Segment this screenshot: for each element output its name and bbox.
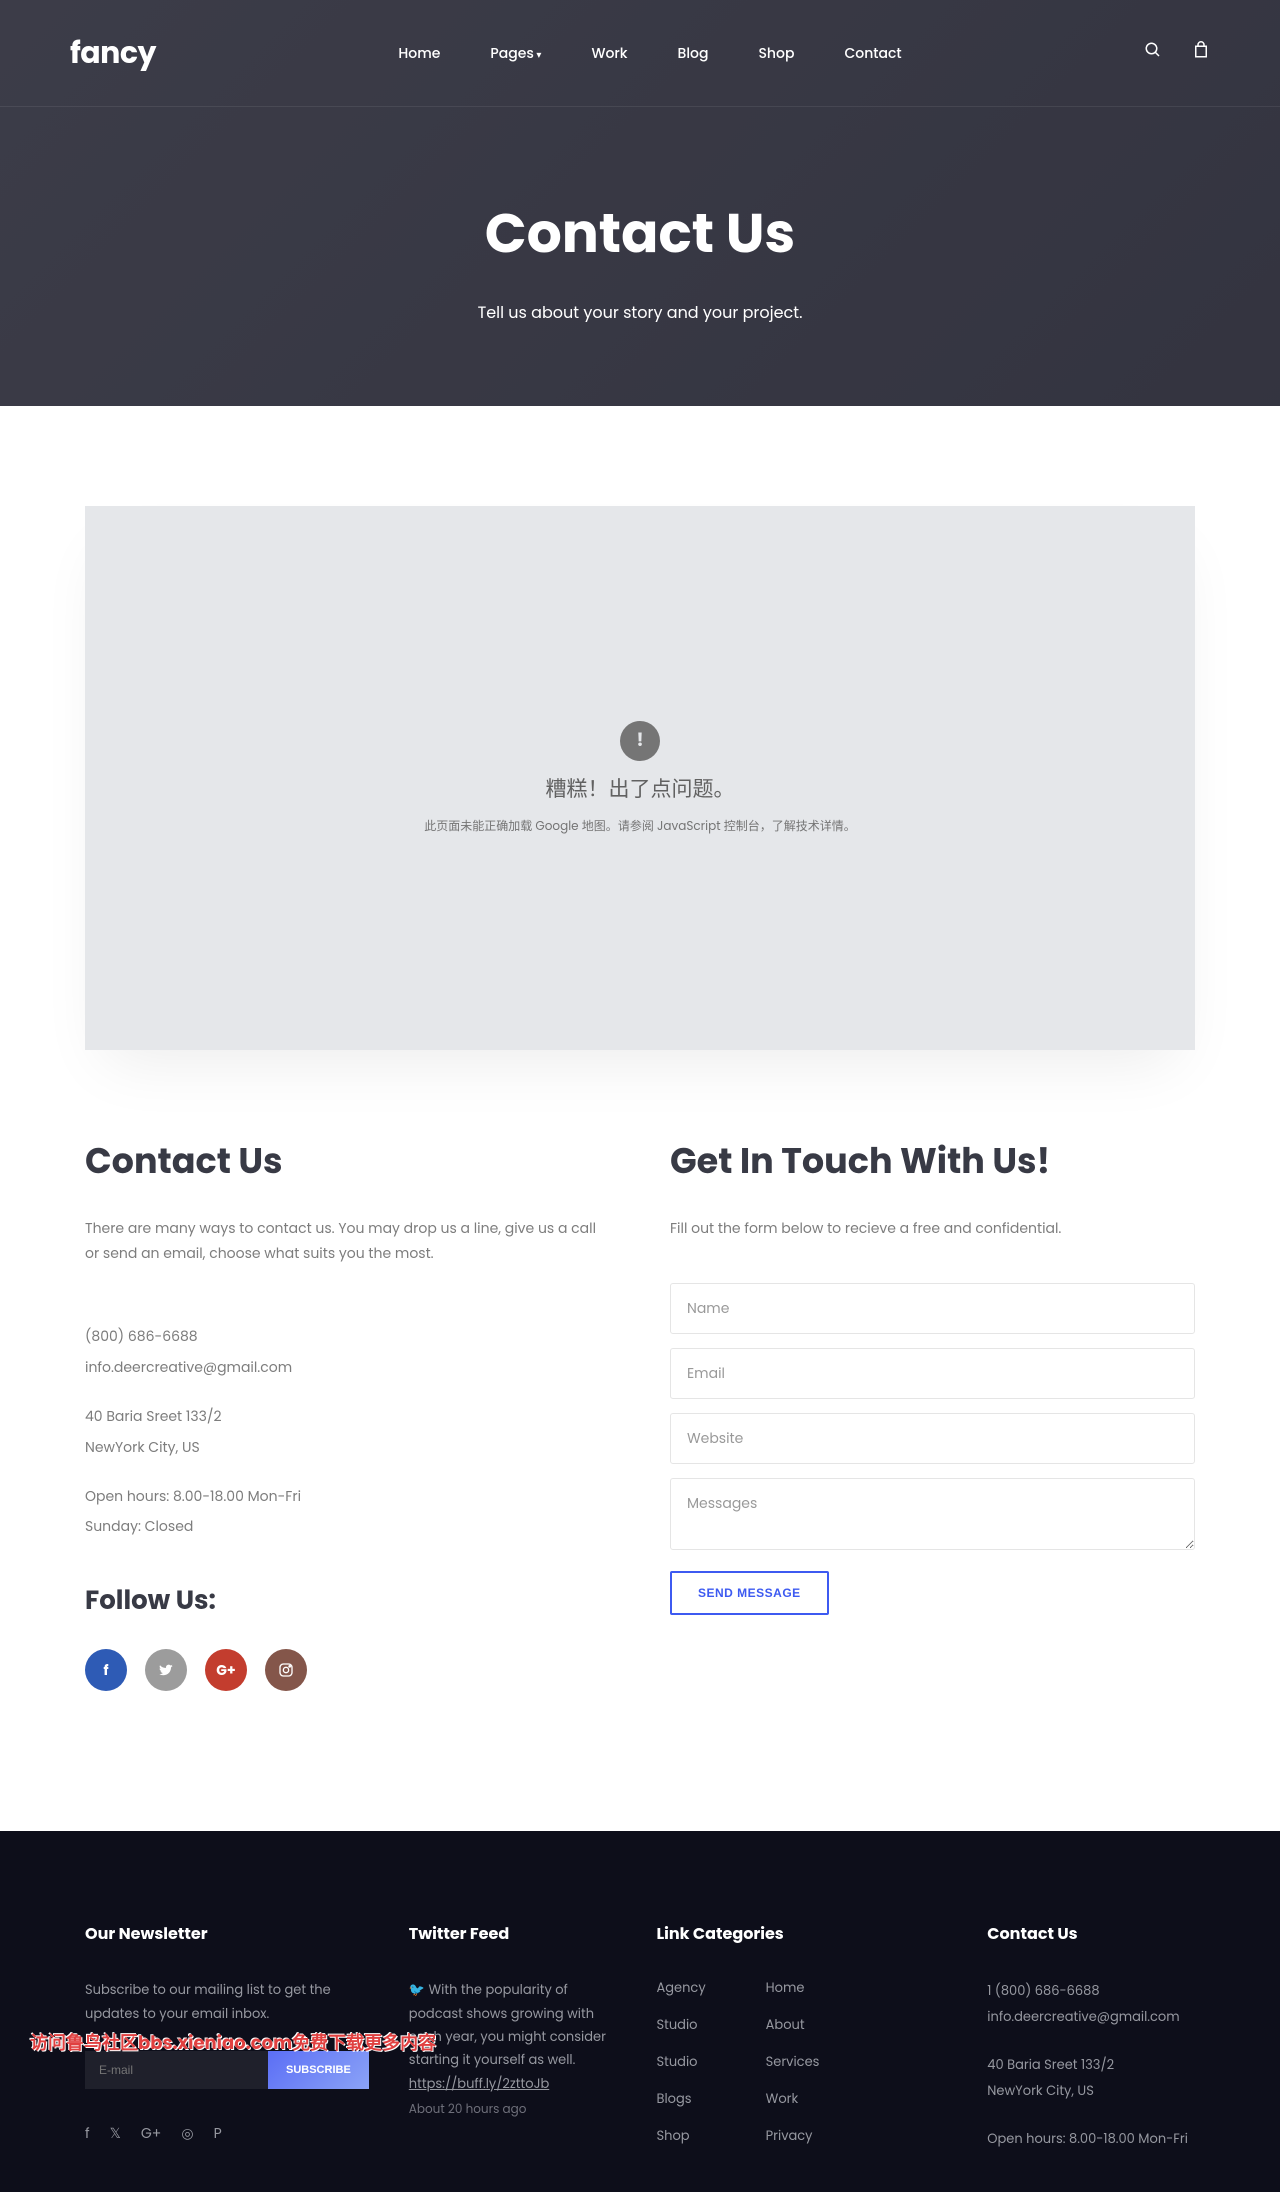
footer-fb-icon[interactable]: f — [85, 2123, 90, 2144]
googleplus-icon[interactable]: G+ — [205, 1649, 247, 1691]
link-privacy[interactable]: Privacy — [766, 2126, 820, 2146]
link-studio2[interactable]: Studio — [657, 2052, 706, 2072]
link-agency[interactable]: Agency — [657, 1978, 706, 1998]
hero-subtitle: Tell us about your story and your projec… — [0, 300, 1280, 325]
twitter-feed: 🐦 With the popularity of podcast shows g… — [409, 1978, 617, 2121]
tweet-time: About 20 hours ago — [409, 2099, 617, 2121]
form-heading: Get In Touch With Us! — [670, 1135, 1195, 1188]
follow-heading: Follow Us: — [85, 1582, 610, 1621]
footer-links: Link Categories Agency Studio Studio Blo… — [657, 1921, 948, 2152]
website-input[interactable] — [670, 1413, 1195, 1464]
newsletter-text: Subscribe to our mailing list to get the… — [85, 1978, 369, 2025]
contact-hours: Open hours: 8.00-18.00 Mon-Fri — [85, 1481, 610, 1512]
link-about[interactable]: About — [766, 2015, 820, 2035]
contact-grid: Contact Us There are many ways to contac… — [85, 1135, 1195, 1831]
footer-addr1: 40 Baria Sreet 133/2 — [987, 2052, 1195, 2078]
tweet-text: With the popularity of podcast shows gro… — [409, 1980, 606, 2069]
nav-blog[interactable]: Blog — [678, 43, 709, 64]
contact-info-col: Contact Us There are many ways to contac… — [85, 1135, 610, 1691]
exclaim-icon: ! — [620, 721, 660, 761]
footer-email: info.deercreative@gmail.com — [987, 2004, 1195, 2030]
footer-addr2: NewYork City, US — [987, 2078, 1195, 2104]
link-studio[interactable]: Studio — [657, 2015, 706, 2035]
name-input[interactable] — [670, 1283, 1195, 1334]
footer-socials: f 𝕏 G+ ◎ P — [85, 2123, 369, 2144]
nav-contact[interactable]: Contact — [844, 43, 901, 64]
nav-shop[interactable]: Shop — [758, 43, 794, 64]
contact-addr2: NewYork City, US — [85, 1432, 610, 1463]
footer-contact-details: 1 (800) 686-6688 info.deercreative@gmail… — [987, 1978, 1195, 2152]
nav-pages[interactable]: Pages — [490, 43, 541, 64]
link-shop[interactable]: Shop — [657, 2126, 706, 2146]
map-error-sub: 此页面未能正确加载 Google 地图。请参阅 JavaScript 控制台，了… — [424, 817, 856, 836]
search-icon[interactable] — [1144, 41, 1162, 66]
link-col-2: Home About Services Work Privacy — [766, 1978, 820, 2146]
footer-tw-icon[interactable]: 𝕏 — [110, 2123, 121, 2144]
link-col-1: Agency Studio Studio Blogs Shop — [657, 1978, 706, 2146]
footer-phone: 1 (800) 686-6688 — [987, 1978, 1195, 2004]
links-heading: Link Categories — [657, 1921, 948, 1946]
cart-icon[interactable] — [1192, 41, 1210, 66]
twitter-icon[interactable] — [145, 1649, 187, 1691]
contact-details: (800) 686-6688 info.deercreative@gmail.c… — [85, 1321, 610, 1542]
form-text: Fill out the form below to recieve a fre… — [670, 1216, 1195, 1241]
email-input[interactable] — [670, 1348, 1195, 1399]
footer-hours: Open hours: 8.00-18.00 Mon-Fri — [987, 2126, 1195, 2152]
logo[interactable]: fancy — [70, 30, 156, 76]
contact-heading: Contact Us — [85, 1135, 610, 1188]
contact-addr1: 40 Baria Sreet 133/2 — [85, 1401, 610, 1432]
footer: Our Newsletter Subscribe to our mailing … — [0, 1831, 1280, 2192]
contact-sunday: Sunday: Closed — [85, 1511, 610, 1542]
link-grid: Agency Studio Studio Blogs Shop Home Abo… — [657, 1978, 948, 2146]
newsletter-heading: Our Newsletter — [85, 1921, 369, 1946]
instagram-icon[interactable] — [265, 1649, 307, 1691]
contact-phone: (800) 686-6688 — [85, 1321, 610, 1352]
header-bar: fancy Home Pages Work Blog Shop Contact — [0, 0, 1280, 107]
tweet-link[interactable]: https://buff.ly/2zttoJb — [409, 2072, 617, 2095]
link-work[interactable]: Work — [766, 2089, 820, 2109]
map-error-title: 糟糕！出了点问题。 — [546, 773, 735, 805]
footer-contact-heading: Contact Us — [987, 1921, 1195, 1946]
link-services[interactable]: Services — [766, 2052, 820, 2072]
hero-section: fancy Home Pages Work Blog Shop Contact … — [0, 0, 1280, 406]
hero-title: Contact Us — [0, 192, 1280, 275]
footer-pi-icon[interactable]: P — [214, 2123, 222, 2144]
send-button[interactable]: SEND MESSAGE — [670, 1571, 829, 1615]
link-blogs[interactable]: Blogs — [657, 2089, 706, 2109]
footer-contact: Contact Us 1 (800) 686-6688 info.deercre… — [987, 1921, 1195, 2152]
footer-newsletter: Our Newsletter Subscribe to our mailing … — [85, 1921, 369, 2152]
main-nav: Home Pages Work Blog Shop Contact — [398, 43, 901, 64]
social-row: f G+ — [85, 1649, 610, 1691]
contact-form: SEND MESSAGE — [670, 1283, 1195, 1615]
twitter-heading: Twitter Feed — [409, 1921, 617, 1946]
map-placeholder: ! 糟糕！出了点问题。 此页面未能正确加载 Google 地图。请参阅 Java… — [85, 506, 1195, 1050]
twitter-bird-icon: 🐦 — [409, 1980, 429, 1999]
nav-work[interactable]: Work — [591, 43, 627, 64]
contact-email: info.deercreative@gmail.com — [85, 1352, 610, 1383]
contact-text: There are many ways to contact us. You m… — [85, 1216, 610, 1266]
form-col: Get In Touch With Us! Fill out the form … — [670, 1135, 1195, 1691]
footer-ig-icon[interactable]: ◎ — [181, 2123, 193, 2144]
link-home[interactable]: Home — [766, 1978, 820, 1998]
nav-home[interactable]: Home — [398, 43, 440, 64]
hero-content: Contact Us Tell us about your story and … — [0, 192, 1280, 325]
header-icons — [1144, 41, 1210, 66]
messages-input[interactable] — [670, 1478, 1195, 1550]
facebook-icon[interactable]: f — [85, 1649, 127, 1691]
footer-gp-icon[interactable]: G+ — [141, 2123, 161, 2144]
footer-twitter: Twitter Feed 🐦 With the popularity of po… — [409, 1921, 617, 2152]
footer-cols: Our Newsletter Subscribe to our mailing … — [85, 1921, 1195, 2152]
